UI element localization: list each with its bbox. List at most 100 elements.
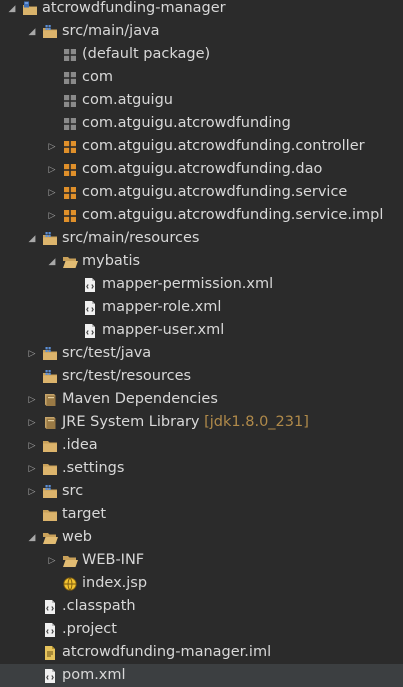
collapse-arrow-icon[interactable]: ◢ bbox=[27, 20, 37, 43]
tree-item-label: web bbox=[62, 529, 92, 545]
source-folder-icon bbox=[43, 347, 57, 360]
expand-arrow-icon[interactable]: ▷ bbox=[47, 158, 57, 181]
tree-item[interactable]: ▷ src/test/java bbox=[0, 342, 403, 365]
folder-icon bbox=[43, 510, 57, 521]
tree-item[interactable]: com bbox=[0, 66, 403, 89]
tree-item[interactable]: ▷ com.atguigu.atcrowdfunding.dao bbox=[0, 158, 403, 181]
package-icon bbox=[64, 49, 76, 61]
tree-item-label: src/main/resources bbox=[62, 230, 200, 246]
expand-arrow-icon[interactable]: ▷ bbox=[47, 181, 57, 204]
tree-item-label: mapper-user.xml bbox=[102, 322, 225, 338]
tree-item[interactable]: .classpath bbox=[0, 595, 403, 618]
xml-file-icon bbox=[45, 623, 55, 637]
expand-arrow-icon[interactable]: ▷ bbox=[27, 434, 37, 457]
package-icon bbox=[64, 95, 76, 107]
tree-item[interactable]: ▷ com.atguigu.atcrowdfunding.service bbox=[0, 181, 403, 204]
tree-item-label: com bbox=[82, 69, 113, 85]
project-folder-icon bbox=[23, 1, 37, 15]
folder-open-icon bbox=[63, 556, 78, 567]
folder-icon bbox=[43, 441, 57, 452]
source-folder-icon bbox=[43, 232, 57, 245]
tree-item-label: Maven Dependencies bbox=[62, 391, 218, 407]
tree-item[interactable]: ◢ mybatis bbox=[0, 250, 403, 273]
tree-item-label: com.atguigu.atcrowdfunding.controller bbox=[82, 138, 365, 154]
package-content-icon bbox=[64, 187, 76, 199]
folder-open-icon bbox=[43, 533, 58, 544]
tree-item-label: com.atguigu.atcrowdfunding.service.impl bbox=[82, 207, 384, 223]
tree-item-label: mapper-role.xml bbox=[102, 299, 222, 315]
tree-item[interactable]: ▷ .settings bbox=[0, 457, 403, 480]
tree-item-label: (default package) bbox=[82, 46, 211, 62]
tree-item-label: pom.xml bbox=[62, 667, 126, 683]
library-icon bbox=[45, 417, 56, 429]
tree-item-label: atcrowdfunding-manager.iml bbox=[62, 644, 272, 660]
tree-item[interactable]: ▷ Maven Dependencies bbox=[0, 388, 403, 411]
expand-arrow-icon[interactable]: ▷ bbox=[27, 480, 37, 503]
package-content-icon bbox=[64, 164, 76, 176]
tree-item-label: src bbox=[62, 483, 84, 499]
tree-item[interactable]: ▷ WEB-INF bbox=[0, 549, 403, 572]
tree-item-label: com.atguigu.atcrowdfunding.dao bbox=[82, 161, 323, 177]
source-folder-icon bbox=[43, 25, 57, 38]
tree-item-label: src/test/resources bbox=[62, 368, 192, 384]
tree-item-label: src/main/java bbox=[62, 23, 160, 39]
tree-item[interactable]: target bbox=[0, 503, 403, 526]
tree-item-label: com.atguigu.atcrowdfunding bbox=[82, 115, 291, 131]
tree-item[interactable]: pom.xml bbox=[0, 664, 403, 687]
collapse-arrow-icon[interactable]: ◢ bbox=[27, 227, 37, 250]
tree-item[interactable]: atcrowdfunding-manager.iml bbox=[0, 641, 403, 664]
package-icon bbox=[64, 118, 76, 130]
jsp-file-icon bbox=[63, 577, 77, 591]
tree-item[interactable]: index.jsp bbox=[0, 572, 403, 595]
text-file-icon bbox=[45, 646, 55, 660]
tree-item[interactable]: mapper-role.xml bbox=[0, 296, 403, 319]
tree-item[interactable]: ▷ JRE System Library [jdk1.8.0_231] bbox=[0, 411, 403, 434]
tree-item[interactable]: ▷ .idea bbox=[0, 434, 403, 457]
tree-item[interactable]: src/test/resources bbox=[0, 365, 403, 388]
tree-item[interactable]: .project bbox=[0, 618, 403, 641]
expand-arrow-icon[interactable]: ▷ bbox=[47, 204, 57, 227]
tree-item[interactable]: ◢ src/main/resources bbox=[0, 227, 403, 250]
xml-file-icon bbox=[85, 278, 95, 292]
tree-item-label: .classpath bbox=[62, 598, 136, 614]
tree-item[interactable]: mapper-user.xml bbox=[0, 319, 403, 342]
package-icon bbox=[64, 72, 76, 84]
tree-item[interactable]: ▷ com.atguigu.atcrowdfunding.service.impl bbox=[0, 204, 403, 227]
tree-item[interactable]: com.atguigu.atcrowdfunding bbox=[0, 112, 403, 135]
xml-file-icon bbox=[85, 301, 95, 315]
collapse-arrow-icon[interactable]: ◢ bbox=[47, 250, 57, 273]
package-content-icon bbox=[64, 210, 76, 222]
expand-arrow-icon[interactable]: ▷ bbox=[47, 135, 57, 158]
tree-item[interactable]: (default package) bbox=[0, 43, 403, 66]
tree-item-label: .project bbox=[62, 621, 117, 637]
tree-item-label: target bbox=[62, 506, 107, 522]
tree-item[interactable]: ▷ com.atguigu.atcrowdfunding.controller bbox=[0, 135, 403, 158]
source-folder-icon bbox=[43, 485, 57, 498]
expand-arrow-icon[interactable]: ▷ bbox=[27, 388, 37, 411]
tree-item-label: JRE System Library [jdk1.8.0_231] bbox=[62, 414, 309, 430]
project-explorer-tree: ◢ atcrowdfunding-manager ◢ src/main/java (de… bbox=[0, 0, 403, 687]
expand-arrow-icon[interactable]: ▷ bbox=[27, 342, 37, 365]
tree-item[interactable]: ◢ web bbox=[0, 526, 403, 549]
xml-file-icon bbox=[45, 669, 55, 683]
package-content-icon bbox=[64, 141, 76, 153]
tree-item[interactable]: ▷ src bbox=[0, 480, 403, 503]
expand-arrow-icon[interactable]: ▷ bbox=[27, 411, 37, 434]
tree-item[interactable]: com.atguigu bbox=[0, 89, 403, 112]
collapse-arrow-icon[interactable]: ◢ bbox=[27, 526, 37, 549]
library-version-decoration: [jdk1.8.0_231] bbox=[204, 414, 309, 430]
tree-item[interactable]: mapper-permission.xml bbox=[0, 273, 403, 296]
tree-item-label: .settings bbox=[62, 460, 125, 476]
tree-item-label: mapper-permission.xml bbox=[102, 276, 274, 292]
tree-item[interactable]: ◢ atcrowdfunding-manager bbox=[0, 0, 403, 20]
library-icon bbox=[45, 394, 56, 406]
expand-arrow-icon[interactable]: ▷ bbox=[47, 549, 57, 572]
folder-icon bbox=[43, 464, 57, 475]
expand-arrow-icon[interactable]: ▷ bbox=[27, 457, 37, 480]
tree-item-label: com.atguigu bbox=[82, 92, 173, 108]
tree-item-label: com.atguigu.atcrowdfunding.service bbox=[82, 184, 348, 200]
tree-item-label: index.jsp bbox=[82, 575, 148, 591]
collapse-arrow-icon[interactable]: ◢ bbox=[7, 0, 17, 20]
tree-item[interactable]: ◢ src/main/java bbox=[0, 20, 403, 43]
tree-item-label: atcrowdfunding-manager bbox=[42, 0, 226, 16]
